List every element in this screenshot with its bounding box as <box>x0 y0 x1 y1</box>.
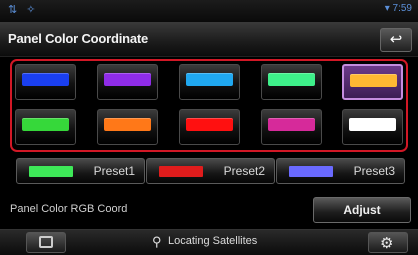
preset-swatch <box>289 166 333 177</box>
adjust-button[interactable]: Adjust <box>313 197 411 223</box>
rgb-coord-label: Panel Color RGB Coord <box>10 203 128 215</box>
bottom-bar: ⚲ Locating Satellites ⚙ <box>0 229 418 255</box>
preset-swatch <box>159 166 203 177</box>
color-swatch <box>186 118 233 131</box>
color-swatch <box>349 118 396 131</box>
gps-status: Locating Satellites <box>168 235 258 247</box>
title-bar: Panel Color Coordinate ↩ <box>0 22 418 57</box>
color-swatch <box>104 73 151 86</box>
page-title: Panel Color Coordinate <box>8 31 149 46</box>
status-icons-right: ▾ 7:59 <box>384 3 412 14</box>
color-cell[interactable] <box>179 64 240 100</box>
color-cell[interactable] <box>15 109 76 145</box>
preset-label: Preset1 <box>93 164 135 178</box>
color-swatch <box>186 73 233 86</box>
color-cell[interactable] <box>261 64 322 100</box>
preset-label: Preset2 <box>223 164 265 178</box>
nav-map-icon <box>39 236 53 248</box>
color-cell[interactable] <box>261 109 322 145</box>
preset3-button[interactable]: Preset3 <box>276 158 405 184</box>
color-swatch <box>104 118 151 131</box>
color-cell[interactable] <box>97 109 158 145</box>
color-cell[interactable] <box>342 109 403 145</box>
color-swatch <box>22 118 69 131</box>
back-button[interactable]: ↩ <box>380 28 412 52</box>
status-icons-left: ⇅ ✧ <box>8 4 39 16</box>
nav-map-button[interactable] <box>26 232 66 253</box>
color-cell[interactable] <box>342 64 403 100</box>
color-swatch <box>268 73 315 86</box>
back-arrow-icon: ↩ <box>389 31 403 48</box>
color-cell[interactable] <box>15 64 76 100</box>
color-swatch <box>350 74 397 87</box>
preset-label: Preset3 <box>353 164 395 178</box>
color-swatch <box>22 73 69 86</box>
status-bar: ⇅ ✧ ▾ 7:59 <box>0 0 418 22</box>
color-swatch <box>268 118 315 131</box>
preset1-button[interactable]: Preset1 <box>16 158 145 184</box>
color-cell[interactable] <box>97 64 158 100</box>
settings-button[interactable]: ⚙ <box>368 232 408 253</box>
satellite-icon: ⚲ <box>152 234 162 249</box>
color-grid <box>15 64 403 148</box>
gear-icon: ⚙ <box>380 235 394 252</box>
color-cell[interactable] <box>179 109 240 145</box>
preset-swatch <box>29 166 73 177</box>
preset2-button[interactable]: Preset2 <box>146 158 275 184</box>
